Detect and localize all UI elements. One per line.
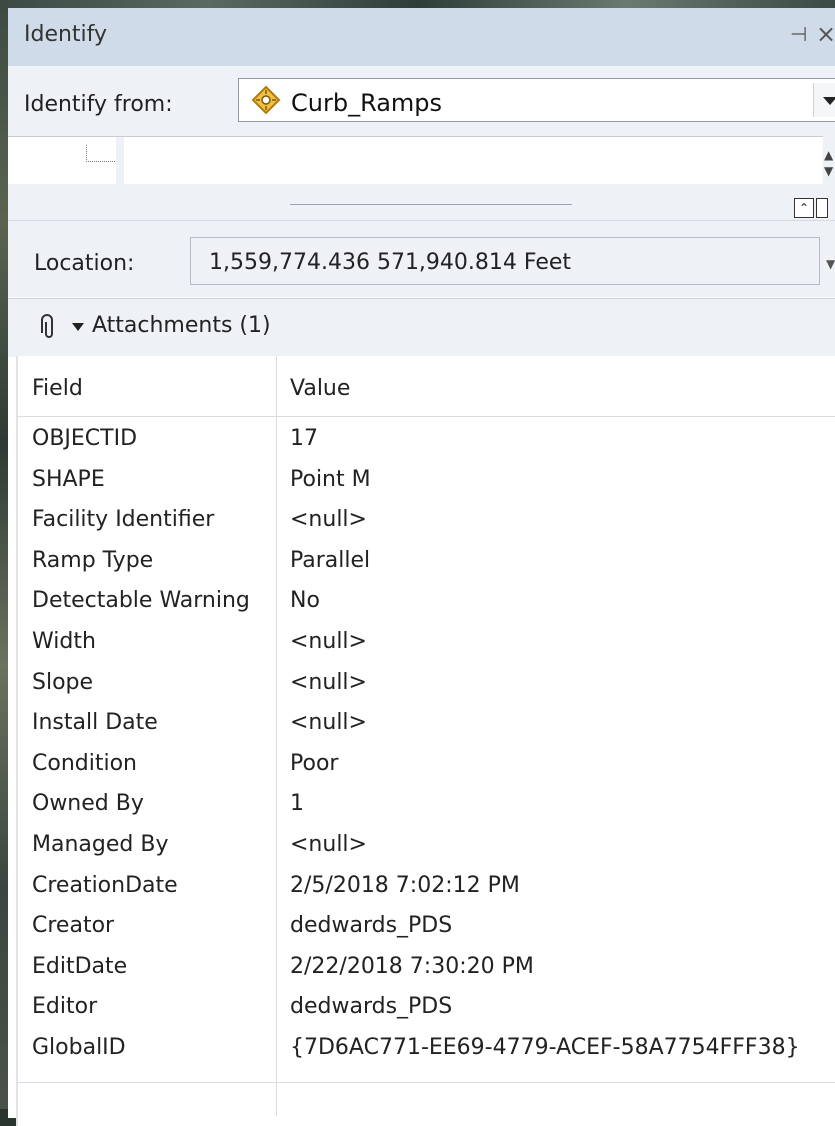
field-value: 2/22/2018 7:30:20 PM	[290, 953, 534, 979]
table-header: Field Value	[18, 356, 835, 417]
field-name: Facility Identifier	[32, 507, 215, 533]
paperclip-icon	[41, 314, 53, 338]
table-row[interactable]: Slope <null>	[18, 662, 835, 703]
identify-from-dropdown[interactable]: Curb_Ramps	[238, 78, 835, 122]
field-value: Point M	[290, 466, 371, 492]
attachments-label: Attachments (1)	[92, 313, 271, 338]
field-name: Editor	[32, 994, 98, 1020]
field-value: dedwards_PDS	[290, 994, 453, 1020]
identify-panel: Identify ⊣ × Identify from: Curb_Ramps ▲…	[8, 8, 835, 1126]
collapse-up-icon[interactable]: ⌃	[794, 198, 814, 218]
field-name: Condition	[32, 750, 137, 776]
layout-toggle-icon[interactable]	[816, 198, 828, 218]
table-row[interactable]: Creator dedwards_PDS	[18, 905, 835, 946]
tree-connector	[86, 145, 117, 162]
field-name: Managed By	[32, 832, 169, 857]
identify-from-value: Curb_Ramps	[291, 89, 443, 117]
field-value: <null>	[290, 669, 367, 695]
table-row[interactable]: Owned By 1	[18, 783, 835, 824]
field-value: <null>	[290, 710, 367, 736]
close-icon[interactable]: ×	[816, 20, 835, 48]
field-name: SHAPE	[32, 466, 105, 492]
identify-from-label: Identify from:	[24, 92, 173, 117]
table-row[interactable]: OBJECTID 17	[18, 418, 835, 459]
field-value: dedwards_PDS	[290, 913, 453, 939]
tree-divider	[116, 137, 124, 185]
table-row[interactable]: EditDate 2/22/2018 7:30:20 PM	[18, 946, 835, 987]
field-value: <null>	[290, 507, 367, 533]
window-title: Identify	[24, 22, 108, 47]
pin-icon[interactable]: ⊣	[790, 22, 807, 46]
table-row[interactable]: SHAPE Point M	[18, 459, 835, 500]
table-row[interactable]: CreationDate 2/5/2018 7:02:12 PM	[18, 865, 835, 906]
map-background-top	[0, 0, 835, 8]
location-menu-icon[interactable]: ▼	[826, 257, 835, 271]
field-value: <null>	[290, 832, 367, 857]
table-row[interactable]: GlobalID {7D6AC771-EE69-4779-ACEF-58A7754…	[18, 1027, 835, 1068]
table-row[interactable]: Editor dedwards_PDS	[18, 986, 835, 1027]
location-row: Location: 1,559,774.436 571,940.814 Feet…	[8, 220, 835, 297]
table-row[interactable]: Facility Identifier <null>	[18, 499, 835, 540]
field-value: 17	[290, 426, 318, 451]
field-name: Creator	[32, 913, 115, 939]
panel-splitter[interactable]: ⌃	[8, 184, 835, 220]
expand-arrow-icon[interactable]	[72, 323, 84, 331]
attachments-row[interactable]: Attachments (1)	[8, 298, 835, 357]
field-value: Parallel	[290, 547, 371, 573]
table-row[interactable]: Install Date <null>	[18, 702, 835, 743]
results-tree[interactable]	[8, 136, 823, 185]
table-row[interactable]: Detectable Warning No	[18, 580, 835, 621]
field-value: 1	[290, 791, 304, 817]
scroll-up-icon[interactable]: ▲	[824, 148, 833, 162]
field-value: Poor	[290, 750, 339, 776]
field-value: <null>	[290, 629, 367, 654]
point-layer-icon	[251, 85, 281, 115]
table-row[interactable]: Width <null>	[18, 621, 835, 662]
value-column-header[interactable]: Value	[290, 376, 350, 401]
attributes-table: Field Value OBJECTID 17 SHAPE Point M Facili…	[16, 356, 835, 1126]
field-name: GlobalID	[32, 1035, 126, 1060]
location-value: 1,559,774.436 571,940.814 Feet	[209, 250, 572, 275]
table-bottom-line	[18, 1082, 835, 1083]
chevron-down-icon[interactable]	[813, 83, 835, 117]
table-row[interactable]: Managed By <null>	[18, 824, 835, 865]
field-value: {7D6AC771-EE69-4779-ACEF-58A7754FFF38}	[290, 1035, 800, 1060]
field-name: Install Date	[32, 710, 158, 736]
field-name: Owned By	[32, 791, 144, 817]
field-name: CreationDate	[32, 872, 178, 898]
table-row[interactable]: Condition Poor	[18, 743, 835, 784]
splitter-line	[290, 204, 572, 205]
field-value: No	[290, 588, 320, 614]
field-name: Slope	[32, 669, 94, 695]
scroll-down-icon[interactable]: ▼	[824, 164, 833, 178]
table-row[interactable]: Ramp Type Parallel	[18, 540, 835, 581]
field-name: OBJECTID	[32, 426, 138, 451]
field-name: Detectable Warning	[32, 588, 250, 614]
field-value: 2/5/2018 7:02:12 PM	[290, 872, 520, 898]
field-column-header[interactable]: Field	[32, 376, 83, 401]
field-name: Ramp Type	[32, 547, 154, 573]
field-name: Width	[32, 629, 96, 654]
field-name: EditDate	[32, 953, 128, 979]
title-bar[interactable]: Identify ⊣ ×	[8, 8, 835, 67]
location-field[interactable]: 1,559,774.436 571,940.814 Feet	[190, 237, 820, 285]
location-label: Location:	[34, 251, 135, 276]
